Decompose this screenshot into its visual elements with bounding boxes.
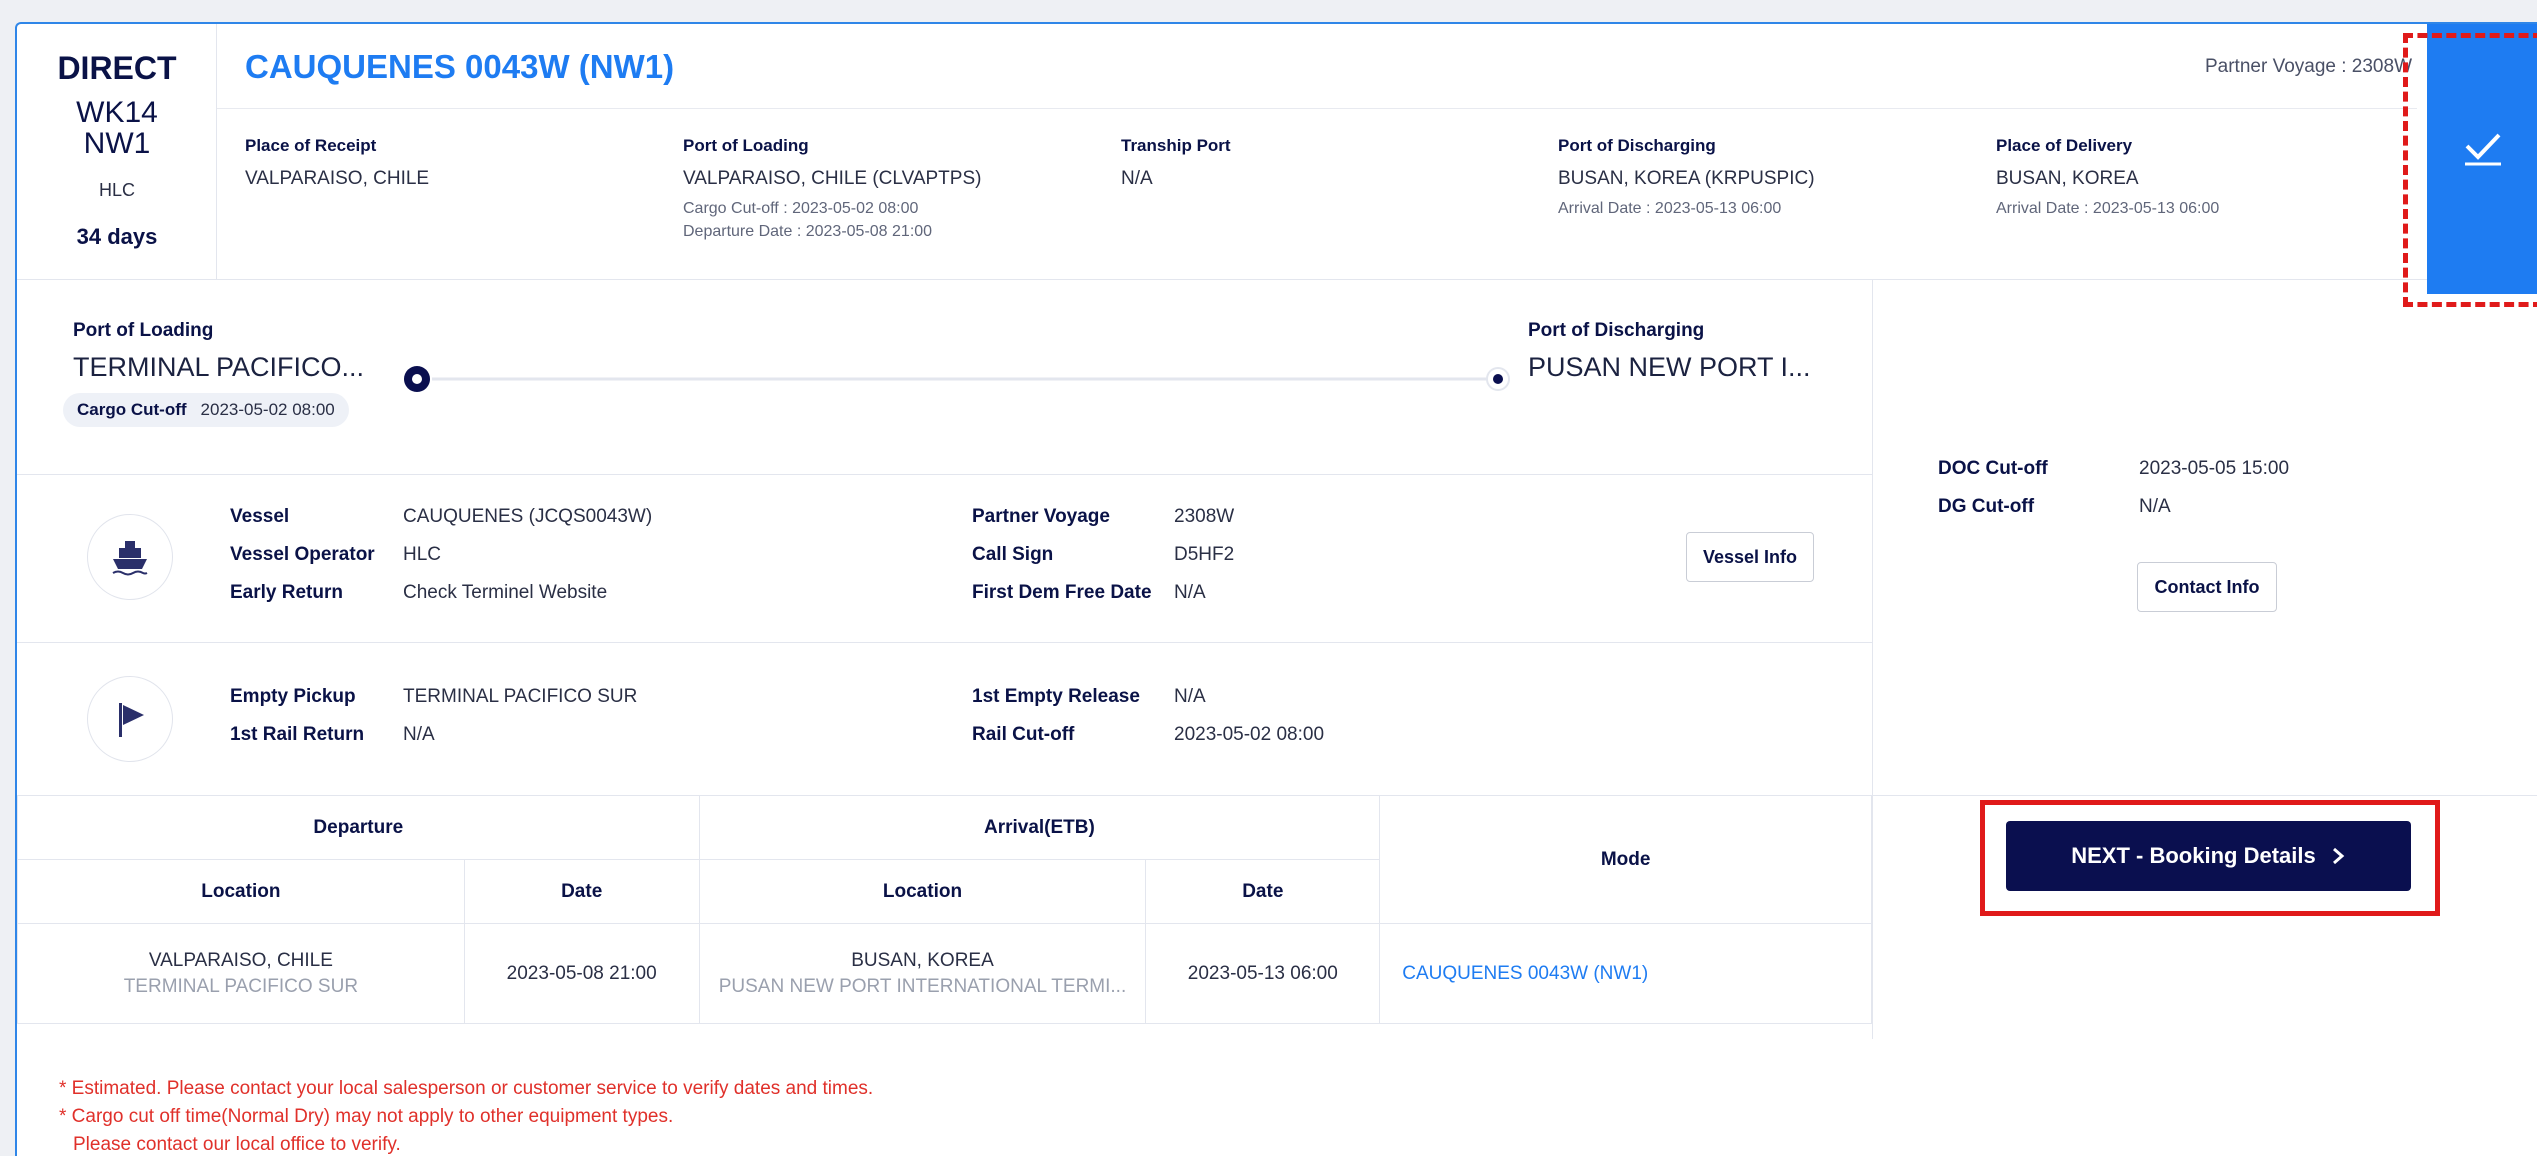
ship-icon (112, 541, 148, 576)
right-column-divider (1872, 279, 1873, 1039)
rail-cutoff-value: 2023-05-02 08:00 (1174, 724, 1325, 745)
service-summary: DIRECT WK14 NW1 HLC 34 days (17, 24, 217, 279)
dep-date: 2023-05-08 21:00 (463, 923, 700, 1024)
dep-terminal: TERMINAL PACIFICO SUR (123, 975, 359, 997)
cargo-cutoff-text: Cargo Cut-off : 2023-05-02 08:00 (683, 200, 919, 217)
mode-header: Mode (1379, 795, 1872, 924)
first-dem-label: First Dem Free Date (972, 582, 1152, 603)
place-of-receipt: Place of Receipt VALPARAISO, CHILE (245, 136, 429, 190)
dep-location-cell: VALPARAISO, CHILE TERMINAL PACIFICO SUR (17, 923, 465, 1024)
call-sign-label: Call Sign (972, 544, 1054, 565)
arr-location: BUSAN, KOREA (851, 949, 994, 971)
dep-date-header: Date (463, 859, 700, 924)
doc-cutoff-value: 2023-05-05 15:00 (2139, 458, 2290, 479)
table-row: VALPARAISO, CHILE TERMINAL PACIFICO SUR … (17, 923, 1872, 1024)
schedule-card: DIRECT WK14 NW1 HLC 34 days CAUQUENES 00… (15, 22, 2537, 1156)
service-type: DIRECT (57, 50, 177, 86)
cutoff-pill-value: 2023-05-02 08:00 (200, 400, 335, 419)
port-of-discharging-label: Port of Discharging (1558, 136, 1716, 155)
vessel-icon-wrap (87, 514, 173, 600)
flag-icon-wrap (87, 676, 173, 762)
first-dem-value: N/A (1174, 582, 1206, 603)
port-of-loading-label: Port of Loading (683, 136, 809, 155)
mode-link[interactable]: CAUQUENES 0043W (NW1) (1379, 923, 1872, 1024)
week-label: WK14 (76, 96, 158, 129)
place-of-delivery-value: BUSAN, KOREA (1996, 168, 2139, 189)
timeline-pod-terminal: PUSAN NEW PORT I... (1528, 352, 1811, 382)
tranship-port-label: Tranship Port (1121, 136, 1231, 155)
tranship-port: Tranship Port N/A (1121, 136, 1231, 190)
port-of-discharging: Port of Discharging BUSAN, KOREA (KRPUSP… (1558, 136, 1815, 218)
rail-return-value: N/A (403, 724, 435, 745)
early-return-label: Early Return (230, 582, 343, 603)
dep-location-header: Location (17, 859, 465, 924)
cutoff-pill-label: Cargo Cut-off (77, 400, 187, 419)
partner-voyage-value: 2308W (1174, 506, 1235, 527)
select-highlight-dashed (2403, 33, 2537, 307)
route-timeline (404, 366, 1510, 392)
next-button-highlight (1980, 800, 2440, 916)
flag-icon (119, 703, 144, 737)
place-of-delivery-label: Place of Delivery (1996, 136, 2133, 155)
port-of-loading-value: VALPARAISO, CHILE (CLVAPTPS) (683, 168, 982, 189)
note-estimated: * Estimated. Please contact your local s… (59, 1078, 874, 1099)
carrier-label: HLC (98, 180, 135, 200)
dg-cutoff-label: DG Cut-off (1938, 496, 2035, 517)
schedule-table: Departure Arrival(ETB) Mode Location Dat… (17, 795, 1872, 1024)
place-of-receipt-label: Place of Receipt (245, 136, 377, 155)
service-label: NW1 (83, 127, 151, 160)
vessel-title: CAUQUENES 0043W (NW1) (245, 48, 675, 85)
vessel-operator-label: Vessel Operator (230, 544, 375, 565)
vessel-info-button[interactable]: Vessel Info (1686, 532, 1814, 582)
arrival-header: Arrival(ETB) (698, 795, 1381, 860)
dep-location: VALPARAISO, CHILE (148, 949, 333, 971)
timeline-pod-label: Port of Discharging (1528, 320, 1705, 341)
arr-location-cell: BUSAN, KOREA PUSAN NEW PORT INTERNATIONA… (698, 923, 1147, 1024)
cargo-cutoff-pill: Cargo Cut-off 2023-05-02 08:00 (63, 393, 349, 427)
partner-voyage-header: Partner Voyage : 2308W (2204, 56, 2412, 77)
place-of-receipt-value: VALPARAISO, CHILE (245, 168, 430, 189)
call-sign-value: D5HF2 (1174, 544, 1235, 565)
vessel-value: CAUQUENES (JCQS0043W) (403, 506, 653, 527)
tranship-port-value: N/A (1121, 168, 1153, 189)
departure-header: Departure (17, 795, 700, 860)
port-of-loading: Port of Loading VALPARAISO, CHILE (CLVAP… (683, 136, 981, 241)
arr-terminal: PUSAN NEW PORT INTERNATIONAL TERMI... (718, 975, 1127, 997)
timeline-pol-label: Port of Loading (73, 320, 214, 341)
rail-return-label: 1st Rail Return (230, 724, 365, 745)
contact-info-button[interactable]: Contact Info (2137, 562, 2277, 612)
port-of-discharging-value: BUSAN, KOREA (KRPUSPIC) (1558, 168, 1815, 189)
partner-voyage-label: Partner Voyage (972, 506, 1110, 527)
vessel-operator-value: HLC (403, 544, 442, 565)
place-of-delivery: Place of Delivery BUSAN, KOREA Arrival D… (1996, 136, 2219, 218)
empty-release-value: N/A (1174, 686, 1206, 707)
rail-cutoff-label: Rail Cut-off (972, 724, 1075, 745)
header-divider (217, 108, 2417, 109)
vessel-divider (17, 642, 1872, 643)
pld-arrival-text: Arrival Date : 2023-05-13 06:00 (1996, 200, 2220, 217)
note-contact: Please contact our local office to verif… (73, 1134, 401, 1155)
arr-location-header: Location (698, 859, 1147, 924)
doc-cutoff-label: DOC Cut-off (1938, 458, 2048, 479)
arr-date-header: Date (1145, 859, 1381, 924)
vessel-label: Vessel (230, 506, 290, 527)
pod-arrival-text: Arrival Date : 2023-05-13 06:00 (1558, 200, 1782, 217)
arr-date: 2023-05-13 06:00 (1145, 923, 1381, 1024)
early-return-value: Check Terminel Website (403, 582, 608, 603)
note-cutoff: * Cargo cut off time(Normal Dry) may not… (59, 1106, 674, 1127)
section-divider (17, 279, 2537, 280)
empty-release-label: 1st Empty Release (972, 686, 1140, 707)
timeline-pol-terminal: TERMINAL PACIFICO... (73, 352, 365, 382)
empty-pickup-label: Empty Pickup (230, 686, 356, 707)
dg-cutoff-value: N/A (2139, 496, 2171, 517)
empty-pickup-value: TERMINAL PACIFICO SUR (403, 686, 638, 707)
timeline-divider (17, 474, 1872, 475)
transit-days: 34 days (76, 224, 158, 249)
departure-date-text: Departure Date : 2023-05-08 21:00 (683, 223, 933, 240)
